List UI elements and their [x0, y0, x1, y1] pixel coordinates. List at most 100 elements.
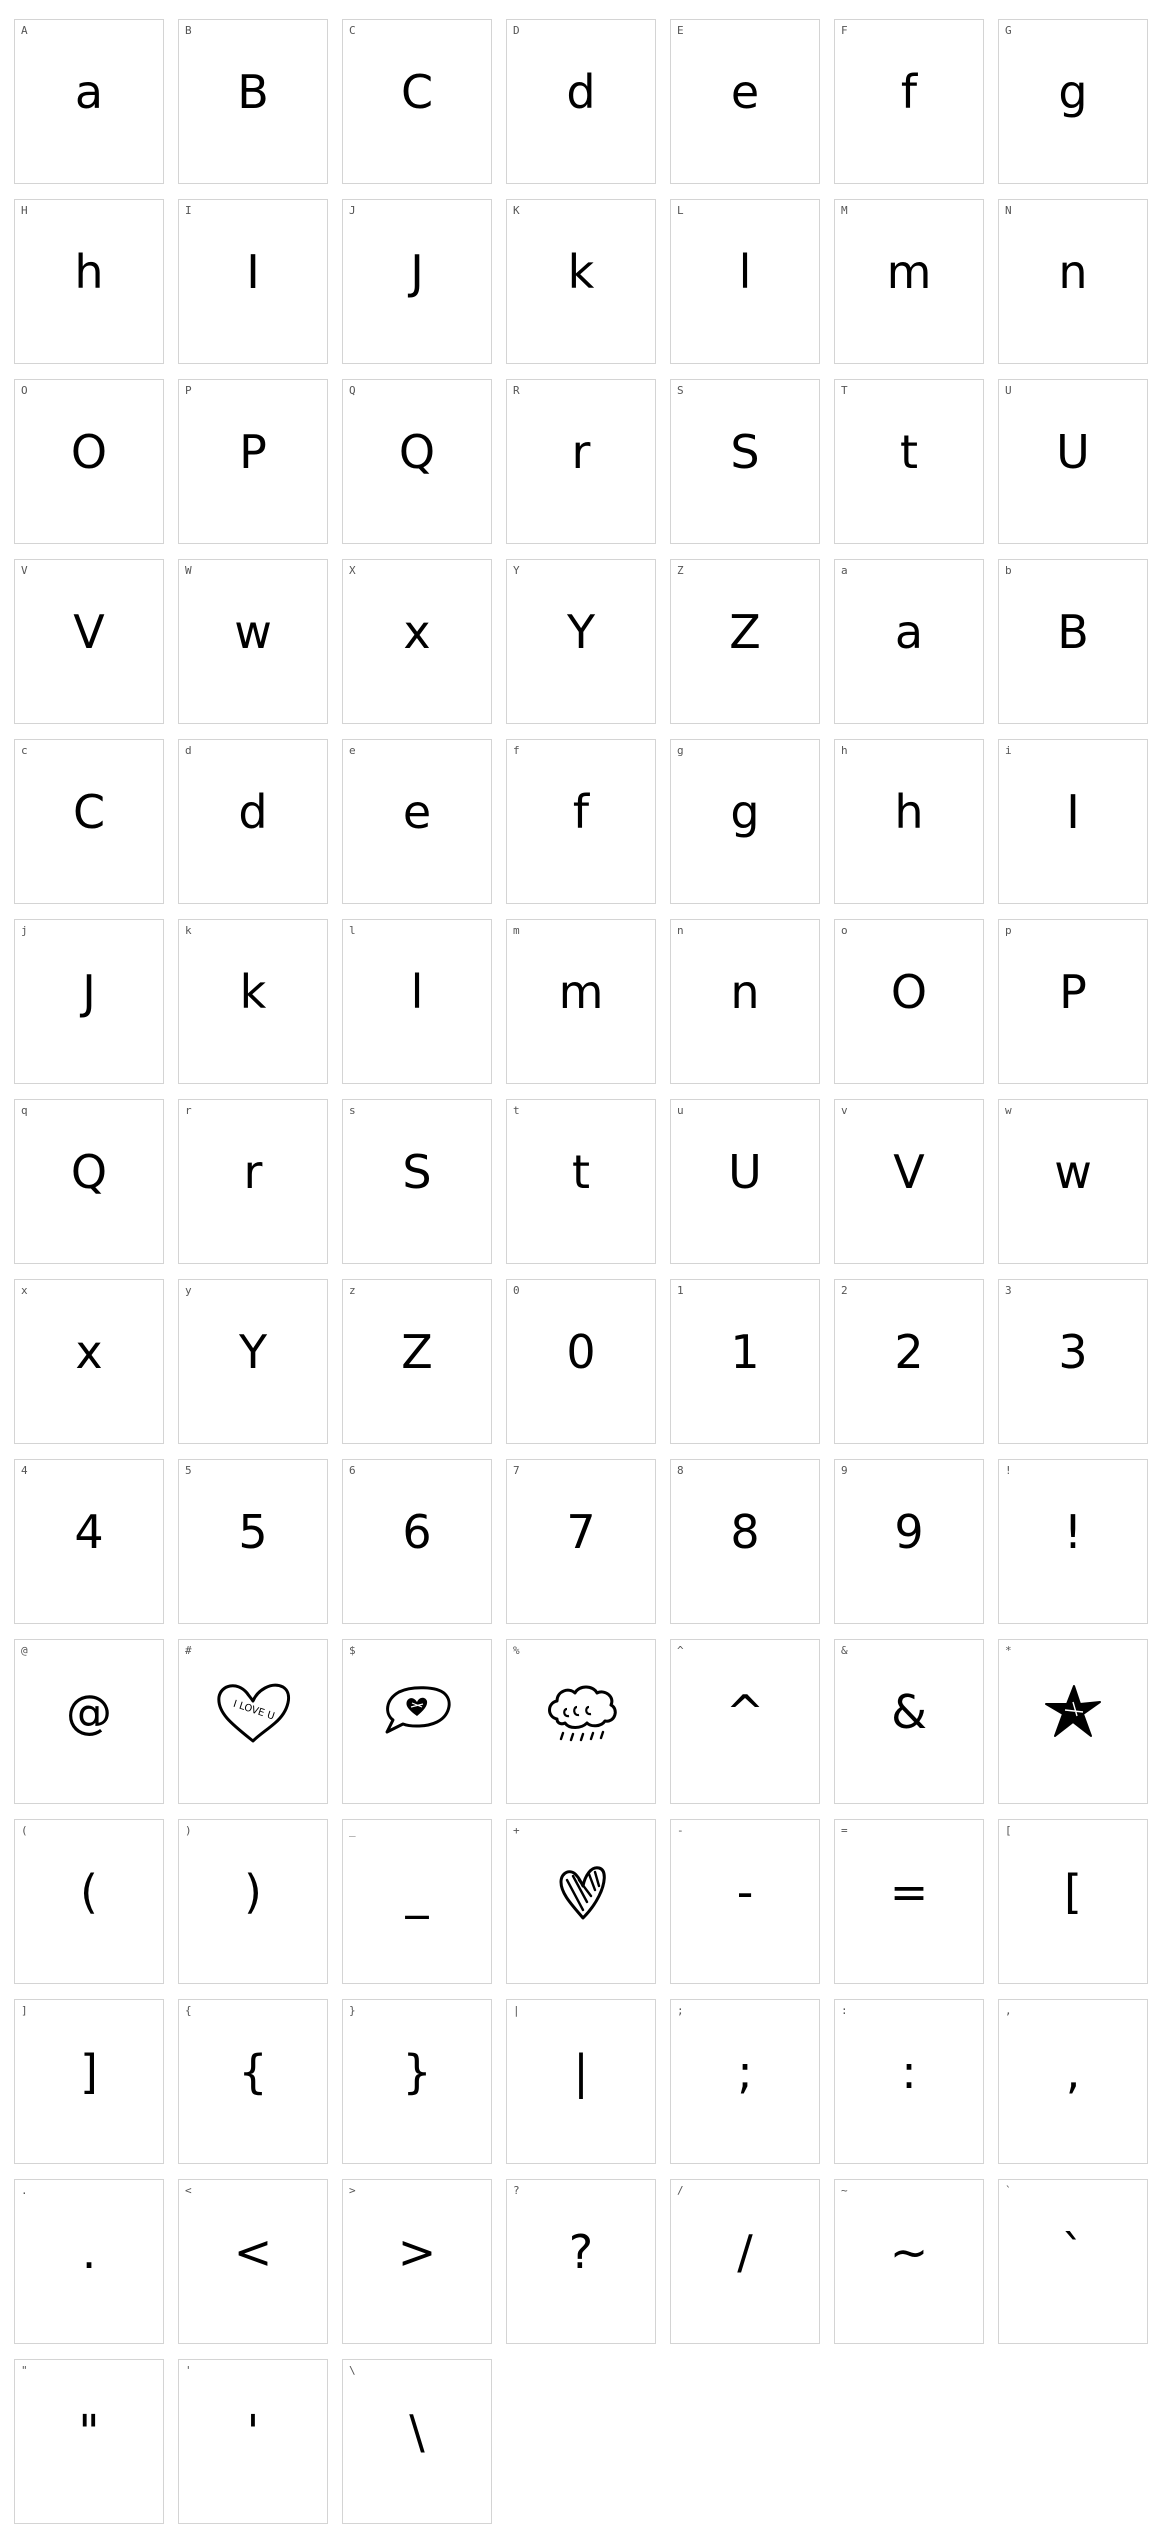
- glyph-cell: ff: [506, 739, 656, 904]
- glyph-cell: ^ ^: [670, 1639, 820, 1804]
- glyph-cell: 55: [178, 1459, 328, 1624]
- glyph-cell-label: G: [1005, 24, 1012, 37]
- glyph-cell-label: u: [677, 1104, 684, 1117]
- glyph-cell: ::: [834, 1999, 984, 2164]
- glyph-cell: BB: [178, 19, 328, 184]
- glyph-cell: QQ: [342, 379, 492, 544]
- glyph-sample: I: [1066, 785, 1080, 839]
- glyph-cell: \ \: [342, 2359, 492, 2524]
- glyph-cell-label: :: [841, 2004, 848, 2017]
- glyph-cell-label: f: [513, 744, 520, 757]
- glyph-cell: ee: [342, 739, 492, 904]
- glyph-cell: SS: [670, 379, 820, 544]
- glyph-sample: <: [233, 2225, 273, 2279]
- glyph-cell-label: ': [185, 2364, 192, 2377]
- glyph-cell: }}: [342, 1999, 492, 2164]
- glyph-sample: a: [74, 65, 104, 119]
- glyph-sample: e: [730, 65, 760, 119]
- glyph-cell-label: |: [513, 2004, 520, 2017]
- glyph-sample: `: [1061, 2225, 1085, 2279]
- glyph-sample: }: [402, 2045, 432, 2099]
- glyph-cell-label: O: [21, 384, 28, 397]
- glyph-cell-label: F: [841, 24, 848, 37]
- glyph-cell: Ff: [834, 19, 984, 184]
- glyph-cell-label: H: [21, 204, 28, 217]
- glyph-cell: Rr: [506, 379, 656, 544]
- glyph-cell-label: e: [349, 744, 356, 757]
- glyph-cell-label: 7: [513, 1464, 520, 1477]
- glyph-sample: ": [78, 2405, 100, 2459]
- glyph-cell-label: Y: [513, 564, 520, 577]
- glyph-cell: ((: [14, 1819, 164, 1984]
- glyph-sample: m: [558, 965, 604, 1019]
- glyph-cell: pP: [998, 919, 1148, 1084]
- glyph-cell-label: o: [841, 924, 848, 937]
- glyph-cell-label: 3: [1005, 1284, 1012, 1297]
- glyph-sample: 2: [894, 1325, 924, 1379]
- glyph-cell-label: 6: [349, 1464, 356, 1477]
- glyph-sample: |: [573, 2045, 589, 2099]
- glyph-cell: xx: [14, 1279, 164, 1444]
- glyph-sample: @: [66, 1685, 112, 1739]
- glyph-cell-label: I: [185, 204, 192, 217]
- glyph-sample: l: [738, 245, 752, 299]
- glyph-cell-label: M: [841, 204, 848, 217]
- glyph-cell: 77: [506, 1459, 656, 1624]
- glyph-sample: -: [736, 1865, 754, 1919]
- glyph-cell: CC: [342, 19, 492, 184]
- glyph-cell-label: y: [185, 1284, 192, 1297]
- glyph-sample: ): [244, 1865, 262, 1919]
- glyph-cell-label: _: [349, 1824, 356, 1837]
- glyph-sample: Q: [398, 425, 436, 479]
- glyph-sample: w: [234, 605, 272, 659]
- glyph-cell: %: [506, 1639, 656, 1804]
- glyph-sample: ]: [80, 2045, 98, 2099]
- glyph-cell: Kk: [506, 199, 656, 364]
- glyph-sample: ~: [889, 2225, 929, 2279]
- glyph-cell: 88: [670, 1459, 820, 1624]
- glyph-cell: yY: [178, 1279, 328, 1444]
- glyph-sample: g: [730, 785, 760, 839]
- glyph-sample: r: [243, 1145, 263, 1199]
- heart-text: I LOVE U: [232, 1699, 276, 1723]
- glyph-cell: tt: [506, 1099, 656, 1264]
- glyph-sample: _: [405, 1865, 429, 1919]
- glyph-cell: bB: [998, 559, 1148, 724]
- glyph-cell-label: ,: [1005, 2004, 1012, 2017]
- glyph-cell: [[: [998, 1819, 1148, 1984]
- glyph-sample: k: [239, 965, 267, 1019]
- glyph-cell-label: 4: [21, 1464, 28, 1477]
- glyph-sample: B: [1057, 605, 1089, 659]
- glyph-cell: = =: [834, 1819, 984, 1984]
- glyph-sample: ^: [725, 1685, 765, 1739]
- glyph-sample: Z: [729, 605, 761, 659]
- glyph-sample: U: [728, 1145, 762, 1199]
- glyph-cell: gg: [670, 739, 820, 904]
- glyph-cell: ..: [14, 2179, 164, 2344]
- glyph-cell-label: X: [349, 564, 356, 577]
- glyph-cell: II: [178, 199, 328, 364]
- glyph-cell-label: \: [349, 2364, 356, 2377]
- glyph-cell: *: [998, 1639, 1148, 1804]
- glyph-cell-label: r: [185, 1104, 192, 1117]
- glyph-cell-label: 2: [841, 1284, 848, 1297]
- glyph-cell: UU: [998, 379, 1148, 544]
- glyph-sample: Y: [238, 1325, 268, 1379]
- glyph-sample: ,: [1065, 2045, 1081, 2099]
- glyph-cell-label: U: [1005, 384, 1012, 397]
- glyph-cell-label: }: [349, 2004, 356, 2017]
- glyph-cell: vV: [834, 1099, 984, 1264]
- glyph-sample: l: [410, 965, 424, 1019]
- glyph-sample: e: [402, 785, 432, 839]
- glyph-cell-label: P: [185, 384, 192, 397]
- glyph-cell: < <: [178, 2179, 328, 2344]
- glyph-sample: .: [81, 2225, 97, 2279]
- glyph-cell: mm: [506, 919, 656, 1084]
- glyph-cell: 00: [506, 1279, 656, 1444]
- glyph-sample: h: [894, 785, 924, 839]
- heart-i-love-u-icon: I LOVE U: [179, 1662, 327, 1762]
- glyph-sample: J: [82, 965, 96, 1019]
- glyph-cell: / /: [670, 2179, 820, 2344]
- glyph-cell-label: ): [185, 1824, 192, 1837]
- glyph-sample: O: [890, 965, 928, 1019]
